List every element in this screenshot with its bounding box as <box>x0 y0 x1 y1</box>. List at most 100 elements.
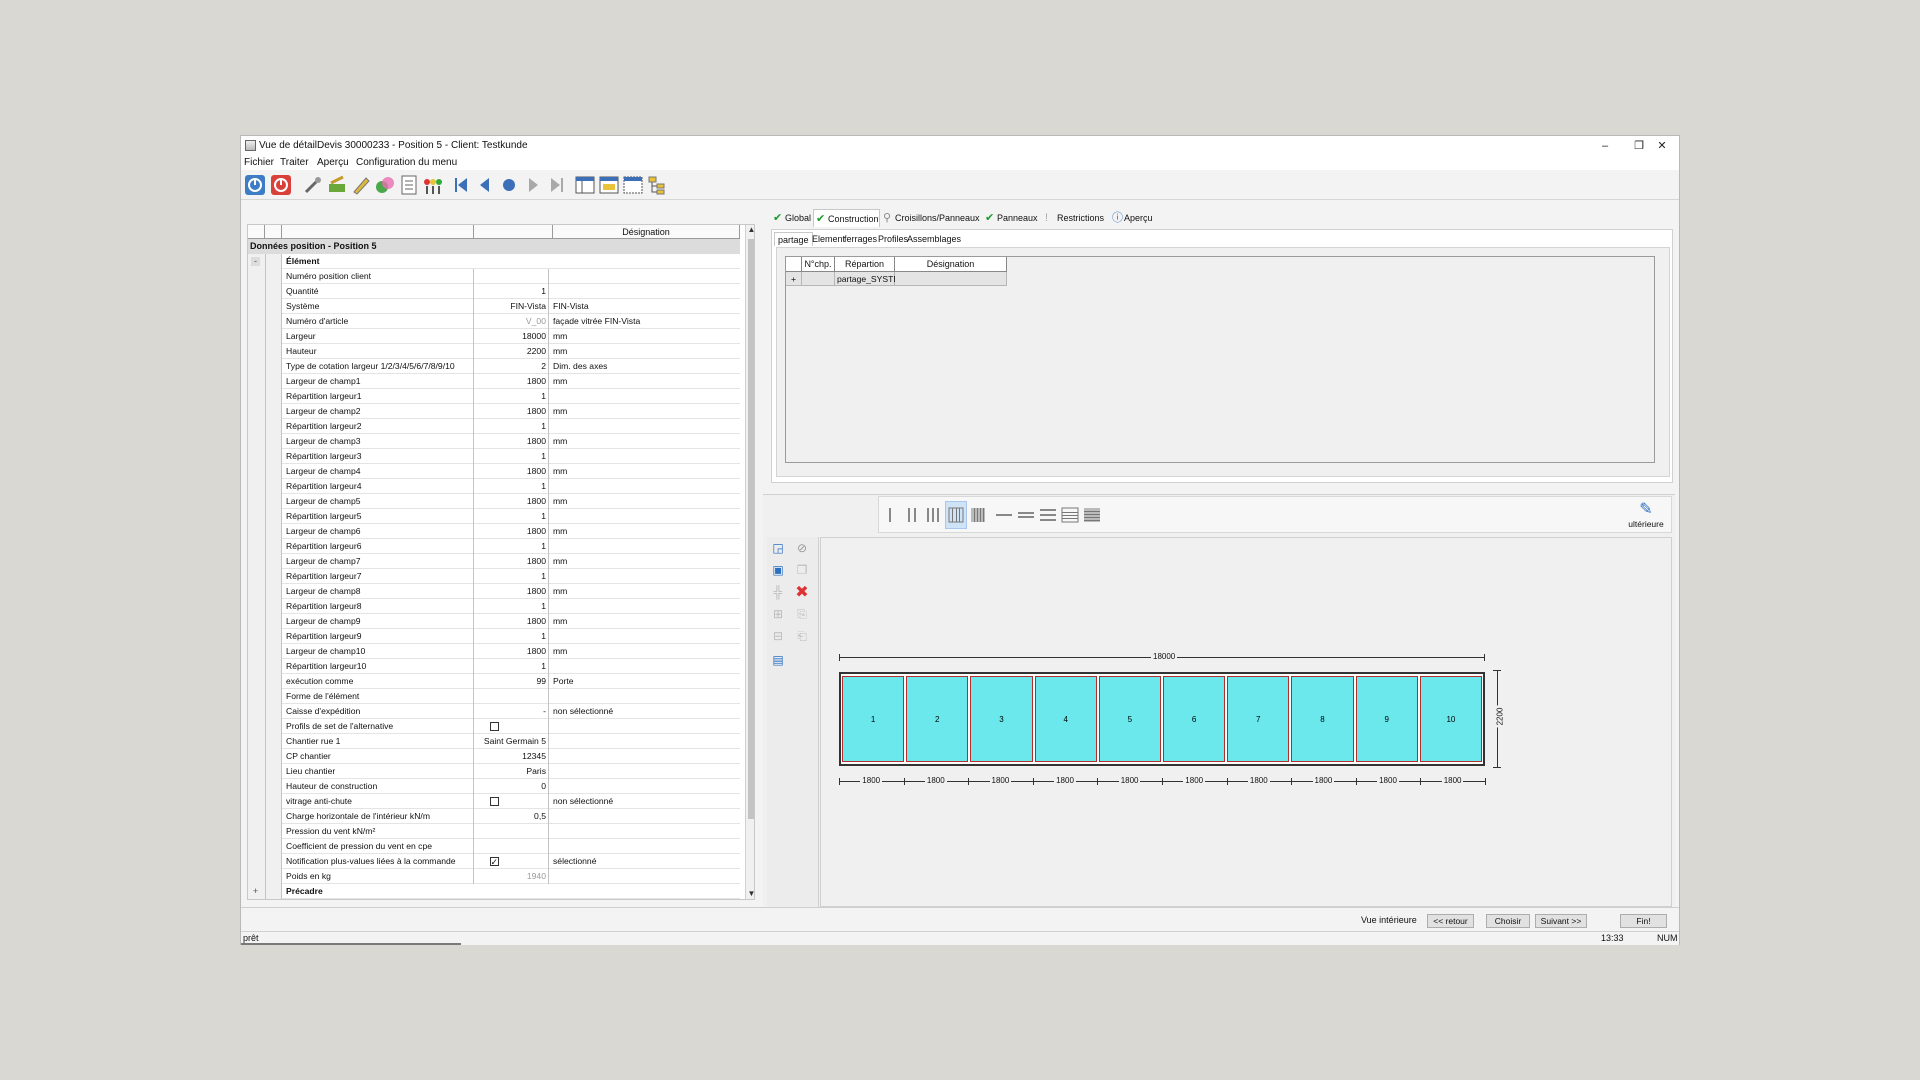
group-precadre[interactable]: + Précadre <box>248 884 740 899</box>
division-1-icon[interactable] <box>879 501 901 529</box>
menu-apercu[interactable]: Aperçu <box>317 157 349 168</box>
property-value[interactable]: 0,5 <box>473 809 549 824</box>
facade-drawing[interactable]: 1 2 3 4 5 6 7 8 9 10 <box>839 672 1485 766</box>
facade-panel[interactable]: 10 <box>1419 676 1482 762</box>
property-row[interactable]: Hauteur 2200 mm <box>248 344 740 359</box>
property-value[interactable]: 2 <box>473 359 549 374</box>
property-value[interactable]: 1800 <box>473 404 549 419</box>
property-value[interactable] <box>473 854 549 869</box>
close-icon[interactable]: ✕ <box>1645 137 1679 155</box>
property-value[interactable]: 1 <box>473 479 549 494</box>
property-value[interactable]: 1 <box>473 509 549 524</box>
property-row[interactable]: Caisse d'expédition - non sélectionné <box>248 704 740 719</box>
property-value[interactable]: 1800 <box>473 554 549 569</box>
partage-system-cell[interactable]: partage_SYSTE <box>835 272 899 286</box>
property-row[interactable]: Numéro d'article V_00 façade vitrée FIN-Vi… <box>248 314 740 329</box>
finish-button[interactable]: Fin! <box>1620 914 1667 928</box>
property-row[interactable]: Largeur de champ10 1800 mm <box>248 644 740 659</box>
property-row[interactable]: Répartition largeur1 1 <box>248 389 740 404</box>
facade-panel[interactable]: 2 <box>906 676 969 762</box>
facade-panel[interactable]: 9 <box>1355 676 1418 762</box>
property-row[interactable]: Largeur de champ4 1800 mm <box>248 464 740 479</box>
property-value[interactable] <box>473 689 549 704</box>
scroll-thumb[interactable] <box>748 239 754 819</box>
property-row[interactable]: Chantier rue 1 Saint Germain 5 <box>248 734 740 749</box>
collapse-icon[interactable]: - <box>251 257 260 266</box>
property-value[interactable]: 1940 <box>473 869 549 884</box>
ulterieure-button[interactable]: ✎ ultérieure <box>1625 499 1667 533</box>
property-row[interactable]: Répartition largeur2 1 <box>248 419 740 434</box>
property-row[interactable]: Largeur de champ7 1800 mm <box>248 554 740 569</box>
property-row[interactable]: Quantité 1 <box>248 284 740 299</box>
property-value[interactable]: 0 <box>473 779 549 794</box>
horizontal-4-icon[interactable] <box>1059 501 1081 529</box>
grid-view-icon[interactable] <box>573 173 597 197</box>
minimize-icon[interactable]: – <box>1588 137 1622 155</box>
property-value[interactable]: 1800 <box>473 434 549 449</box>
property-value[interactable]: 1 <box>473 599 549 614</box>
subtab-ferrages[interactable]: ferrages <box>844 232 877 246</box>
division-5-icon[interactable] <box>967 501 989 529</box>
menu-fichier[interactable]: Fichier <box>244 157 274 168</box>
join-tool-icon[interactable]: ⊞ <box>769 605 787 623</box>
split-tool-icon[interactable]: ╬ <box>769 583 787 601</box>
property-row[interactable]: Lieu chantier Paris <box>248 764 740 779</box>
back-button[interactable]: << retour <box>1427 914 1474 928</box>
tab-apercu[interactable]: ⓘ Aperçu <box>1110 209 1158 227</box>
property-value[interactable]: V_00 <box>473 314 549 329</box>
horizontal-2-icon[interactable] <box>1015 501 1037 529</box>
property-row[interactable]: Coefficient de pression du vent en cpe <box>248 839 740 854</box>
property-row[interactable]: Largeur de champ5 1800 mm <box>248 494 740 509</box>
choose-button[interactable]: Choisir <box>1486 914 1530 928</box>
tree-structure-icon[interactable] <box>645 173 669 197</box>
expand-icon[interactable]: + <box>251 887 260 896</box>
property-value[interactable]: 1 <box>473 629 549 644</box>
property-value[interactable] <box>473 824 549 839</box>
scroll-down-icon[interactable]: ▼ <box>746 889 754 899</box>
property-row[interactable]: Largeur de champ3 1800 mm <box>248 434 740 449</box>
merge-tool-icon[interactable]: ⊟ <box>769 627 787 645</box>
delete-icon[interactable]: ✖ <box>793 583 811 601</box>
property-row[interactable]: Numéro position client <box>248 269 740 284</box>
facade-panel[interactable]: 7 <box>1227 676 1290 762</box>
subtab-assemblages[interactable]: Assemblages <box>907 232 961 246</box>
property-value[interactable]: 18000 <box>473 329 549 344</box>
property-value[interactable]: 1800 <box>473 464 549 479</box>
property-row[interactable]: Largeur de champ8 1800 mm <box>248 584 740 599</box>
tools-icon[interactable] <box>301 173 325 197</box>
facade-panel[interactable]: 1 <box>842 676 905 762</box>
property-value[interactable]: 1 <box>473 449 549 464</box>
property-value[interactable]: 1800 <box>473 494 549 509</box>
forbidden-icon[interactable]: ⊘ <box>793 539 811 557</box>
property-value[interactable]: 99 <box>473 674 549 689</box>
property-row[interactable]: Largeur de champ2 1800 mm <box>248 404 740 419</box>
property-row[interactable]: Répartition largeur8 1 <box>248 599 740 614</box>
power-blue-icon[interactable] <box>243 173 267 197</box>
property-row[interactable]: Répartition largeur6 1 <box>248 539 740 554</box>
previous-record-icon[interactable] <box>473 173 497 197</box>
property-row[interactable]: Répartition largeur3 1 <box>248 449 740 464</box>
subtab-partage[interactable]: partage <box>774 232 813 246</box>
current-record-icon[interactable] <box>497 173 521 197</box>
property-value[interactable] <box>473 794 549 809</box>
last-record-icon[interactable] <box>545 173 569 197</box>
elevation-canvas[interactable]: 18000 1 2 3 4 5 6 7 8 9 10 2200 1800 1800 1800 1800 1… <box>820 537 1672 907</box>
property-value[interactable] <box>473 719 549 734</box>
scroll-up-icon[interactable]: ▲ <box>746 225 754 237</box>
property-row[interactable]: Répartition largeur4 1 <box>248 479 740 494</box>
property-value[interactable]: 1800 <box>473 524 549 539</box>
subtab-profiles[interactable]: Profiles <box>878 232 908 246</box>
menu-traiter[interactable]: Traiter <box>280 157 309 168</box>
property-row[interactable]: Largeur 18000 mm <box>248 329 740 344</box>
property-value[interactable]: 1 <box>473 569 549 584</box>
checkbox[interactable] <box>489 855 499 869</box>
property-row[interactable]: Profils de set de l'alternative <box>248 719 740 734</box>
property-value[interactable]: FIN-Vista <box>473 299 549 314</box>
property-row[interactable]: Charge horizontale de l'intérieur kN/m 0,… <box>248 809 740 824</box>
property-value[interactable]: 1800 <box>473 644 549 659</box>
horizontal-1-icon[interactable] <box>993 501 1015 529</box>
property-value[interactable]: Saint Germain 5 <box>473 734 549 749</box>
vertical-scrollbar[interactable]: ▲ ▼ <box>745 225 754 899</box>
next-record-icon[interactable] <box>521 173 545 197</box>
property-value[interactable]: 1800 <box>473 584 549 599</box>
